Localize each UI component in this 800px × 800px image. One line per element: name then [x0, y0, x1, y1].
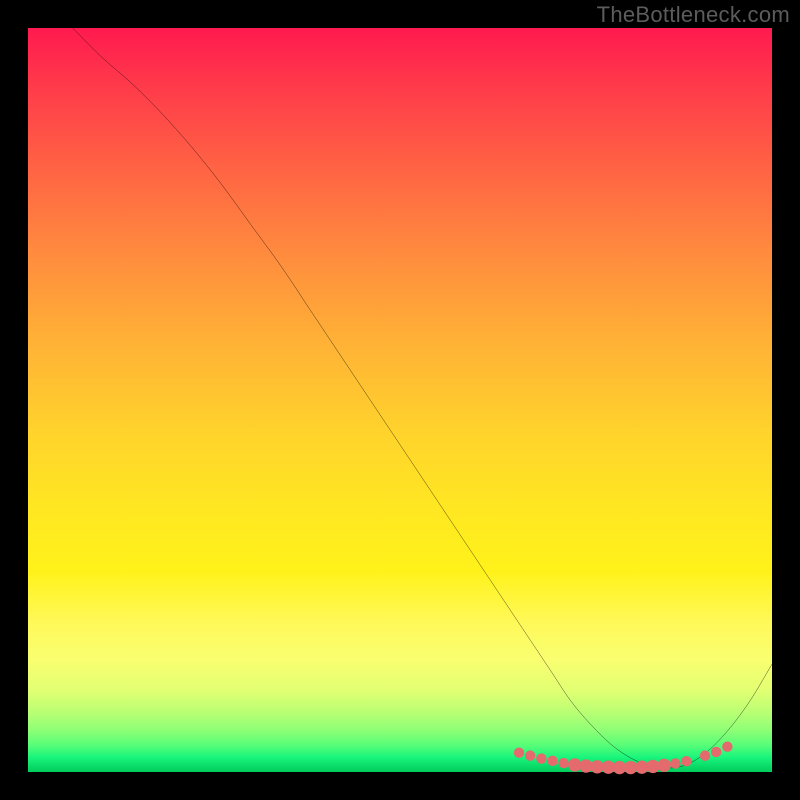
- marker-band: [28, 28, 772, 772]
- marker-dot: [547, 756, 557, 766]
- marker-dot: [657, 759, 670, 772]
- marker-dot: [536, 753, 546, 763]
- chart-frame: TheBottleneck.com: [0, 0, 800, 800]
- marker-dot: [711, 747, 721, 757]
- marker-dot: [525, 750, 535, 760]
- marker-dot: [514, 747, 524, 757]
- marker-dot: [558, 758, 568, 768]
- marker-dot: [681, 756, 691, 766]
- watermark-text: TheBottleneck.com: [597, 2, 790, 28]
- marker-dot: [670, 758, 680, 768]
- marker-dot: [722, 741, 732, 751]
- marker-dot: [700, 750, 710, 760]
